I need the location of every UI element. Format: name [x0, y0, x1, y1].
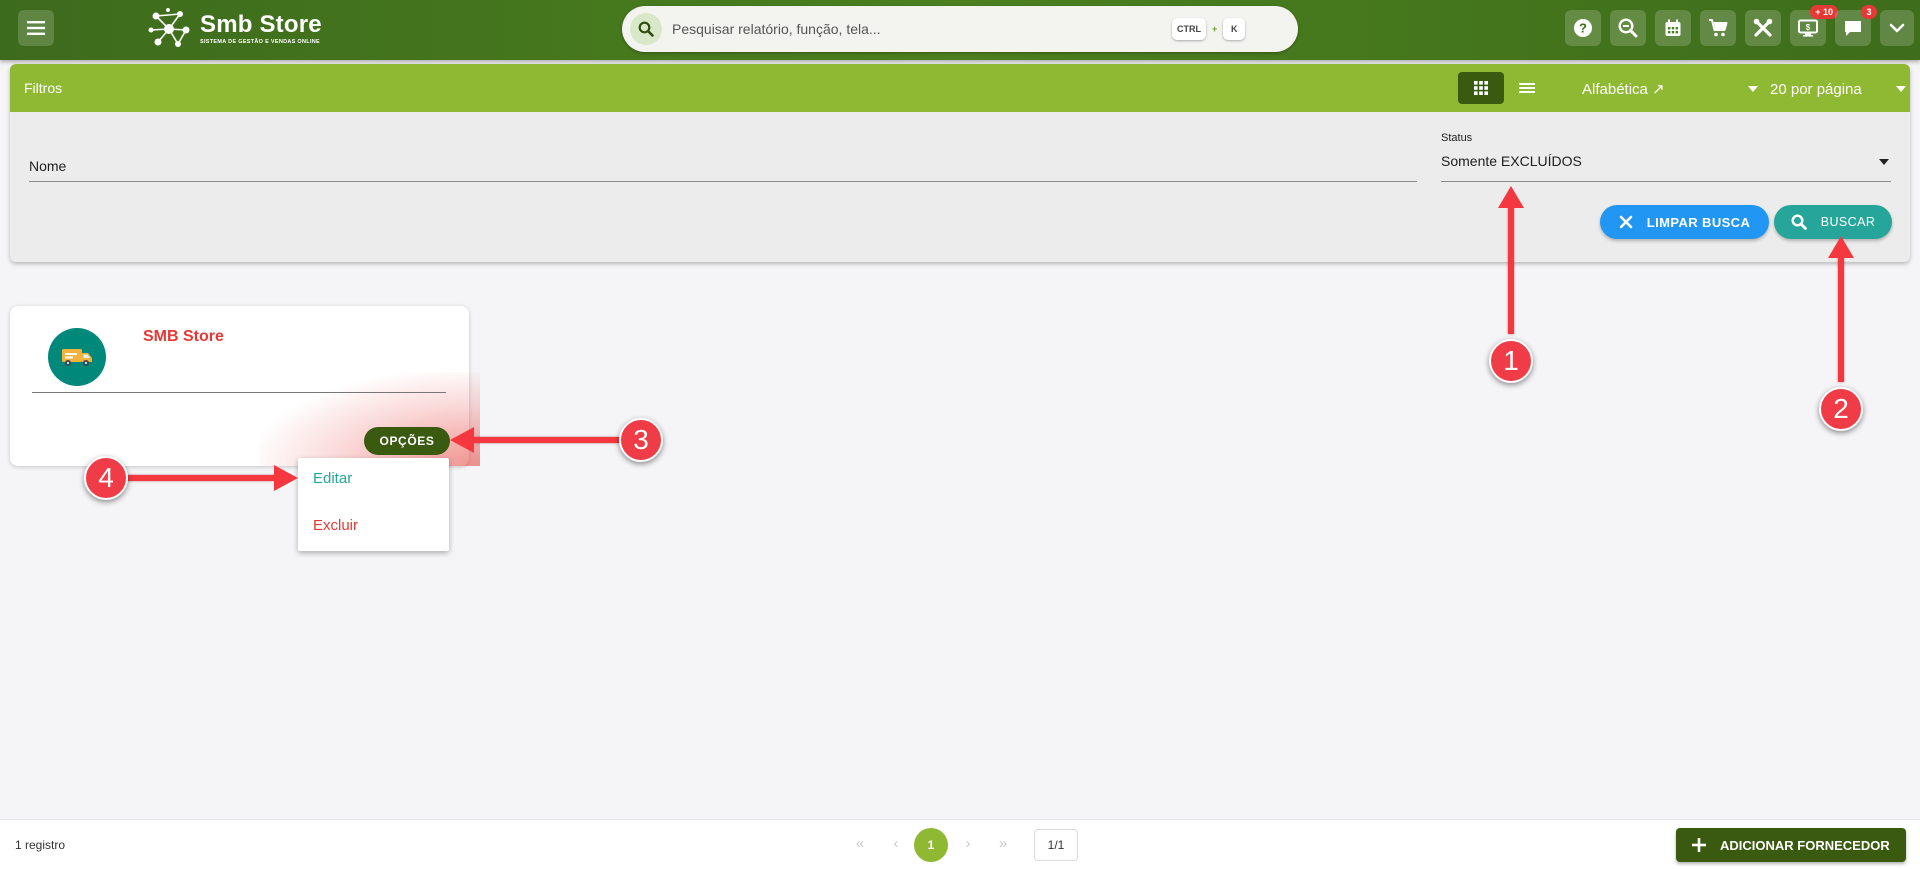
current-page-number: 1: [927, 838, 935, 852]
add-supplier-label: ADICIONAR FORNECEDOR: [1720, 837, 1890, 853]
double-chevron-right-icon: »: [998, 834, 1008, 852]
caret-down-icon: [1879, 159, 1889, 165]
callout-badge-3: 3: [619, 418, 663, 462]
add-supplier-button[interactable]: ADICIONAR FORNECEDOR: [1676, 828, 1906, 862]
page-1-button[interactable]: 1: [914, 828, 948, 862]
chevron-right-icon: ›: [965, 834, 971, 852]
logo-subtitle: SISTEMA DE GESTÃO E VENDAS ONLINE: [200, 39, 321, 45]
supplier-name: SMB Store: [143, 328, 224, 345]
double-chevron-left-icon: «: [855, 834, 865, 852]
avatar: [48, 328, 106, 386]
page-indicator-text: 1/1: [1047, 838, 1065, 852]
monitor-badge: + 10: [1810, 5, 1838, 19]
search-button-label: BUSCAR: [1820, 215, 1876, 229]
cart-icon: [1709, 19, 1728, 37]
grid-icon: [1474, 81, 1488, 95]
callout-badge-4: 4: [84, 456, 128, 500]
tools-icon: [1753, 18, 1773, 37]
hamburger-icon: [27, 21, 45, 35]
calendar-icon: [1665, 19, 1681, 36]
cart-button[interactable]: [1700, 10, 1736, 46]
chevron-down-icon: [1889, 23, 1905, 33]
options-button[interactable]: OPÇÕES: [364, 427, 450, 455]
sort-select[interactable]: Alfabética ↗: [1582, 77, 1758, 101]
top-bar: Smb Store SISTEMA DE GESTÃO E VENDAS ONL…: [0, 0, 1920, 60]
first-page-button[interactable]: «: [848, 831, 872, 855]
name-field[interactable]: Nome: [29, 154, 1417, 182]
callout-arrow-3: [466, 437, 626, 443]
calendar-button[interactable]: [1655, 10, 1691, 46]
shortcut-plus: +: [1212, 24, 1218, 34]
bottom-bar: 1 registro « ‹ 1 › » 1/1: [0, 819, 1920, 869]
callout-arrow-2: [1838, 250, 1844, 382]
supplier-card: SMB Store OPÇÕES: [10, 306, 480, 466]
arrowhead-left-icon: [450, 427, 474, 453]
status-value: Somente EXCLUÍDOS: [1441, 153, 1582, 169]
next-page-button[interactable]: ›: [956, 831, 980, 855]
global-search[interactable]: CTRL + K: [622, 6, 1298, 52]
caret-down-icon: [1896, 86, 1906, 92]
status-select[interactable]: Status Somente EXCLUÍDOS: [1441, 132, 1891, 184]
logo-title: Smb Store: [200, 11, 322, 38]
search-icon[interactable]: [630, 13, 662, 45]
user-menu-button[interactable]: [1880, 10, 1914, 46]
zoom-search-button[interactable]: [1610, 10, 1646, 46]
monitor-button[interactable]: $ + 10: [1790, 5, 1838, 46]
grid-view-button[interactable]: [1458, 72, 1504, 104]
per-page-value: 20 por página: [1770, 80, 1862, 98]
prev-page-button[interactable]: ‹: [884, 831, 908, 855]
chevron-left-icon: ‹: [893, 834, 899, 852]
shortcut-ctrl-key: CTRL: [1172, 18, 1206, 40]
help-icon: ?: [1574, 19, 1592, 37]
plus-icon: [1692, 838, 1706, 852]
menu-item-delete[interactable]: Excluir: [313, 517, 358, 534]
callout-badge-2: 2: [1819, 387, 1863, 431]
app-logo[interactable]: Smb Store SISTEMA DE GESTÃO E VENDAS ONL…: [146, 5, 322, 53]
logo-network-icon: [148, 8, 190, 47]
callout-arrow-4: [120, 475, 280, 481]
delivery-truck-icon: [62, 349, 92, 366]
menu-button[interactable]: [18, 10, 54, 46]
chat-badge: 3: [1861, 5, 1877, 19]
menu-item-edit[interactable]: Editar: [313, 470, 352, 487]
status-underline: [1441, 181, 1891, 182]
clear-search-button[interactable]: LIMPAR BUSCA: [1600, 205, 1769, 239]
search-input[interactable]: [672, 21, 1172, 37]
per-page-select[interactable]: 20 por página: [1770, 77, 1910, 101]
status-label: Status: [1441, 132, 1473, 144]
callout-arrow-1: [1508, 200, 1514, 334]
name-field-label: Nome: [29, 158, 67, 174]
sort-select-value: Alfabética ↗: [1582, 81, 1665, 98]
caret-down-icon: [1748, 86, 1758, 92]
filters-header: Filtros Alfabética ↗ 20 por página: [10, 64, 1910, 112]
close-icon: [1619, 215, 1633, 229]
tools-button[interactable]: [1745, 10, 1781, 46]
monitor-icon: $: [1798, 19, 1818, 37]
help-button[interactable]: ?: [1565, 10, 1601, 46]
chat-icon: [1845, 20, 1861, 36]
options-menu: Editar Excluir: [298, 458, 449, 551]
search-icon: [1791, 214, 1807, 230]
svg-text:?: ?: [1579, 21, 1587, 36]
zoom-search-icon: [1618, 18, 1638, 38]
arrowhead-up-icon: [1828, 236, 1854, 258]
search-button[interactable]: BUSCAR: [1774, 205, 1892, 239]
list-icon: [1519, 83, 1535, 93]
card-divider: [32, 392, 446, 393]
svg-text:$: $: [1806, 23, 1811, 32]
records-count: 1 registro: [15, 838, 66, 852]
name-field-underline: [29, 181, 1417, 182]
page-indicator[interactable]: 1/1: [1034, 829, 1078, 861]
options-button-label: OPÇÕES: [379, 434, 435, 448]
arrowhead-right-icon: [274, 465, 298, 491]
list-view-button[interactable]: [1504, 72, 1550, 104]
chat-button[interactable]: 3: [1835, 5, 1877, 46]
filters-title: Filtros: [24, 80, 63, 96]
filters-panel: Filtros Alfabética ↗ 20 por página Nome …: [10, 64, 1910, 262]
callout-badge-1: 1: [1489, 339, 1533, 383]
shortcut-k-key: K: [1223, 18, 1246, 40]
clear-search-label: LIMPAR BUSCA: [1646, 214, 1751, 230]
arrowhead-up-icon: [1498, 186, 1524, 208]
last-page-button[interactable]: »: [991, 831, 1015, 855]
